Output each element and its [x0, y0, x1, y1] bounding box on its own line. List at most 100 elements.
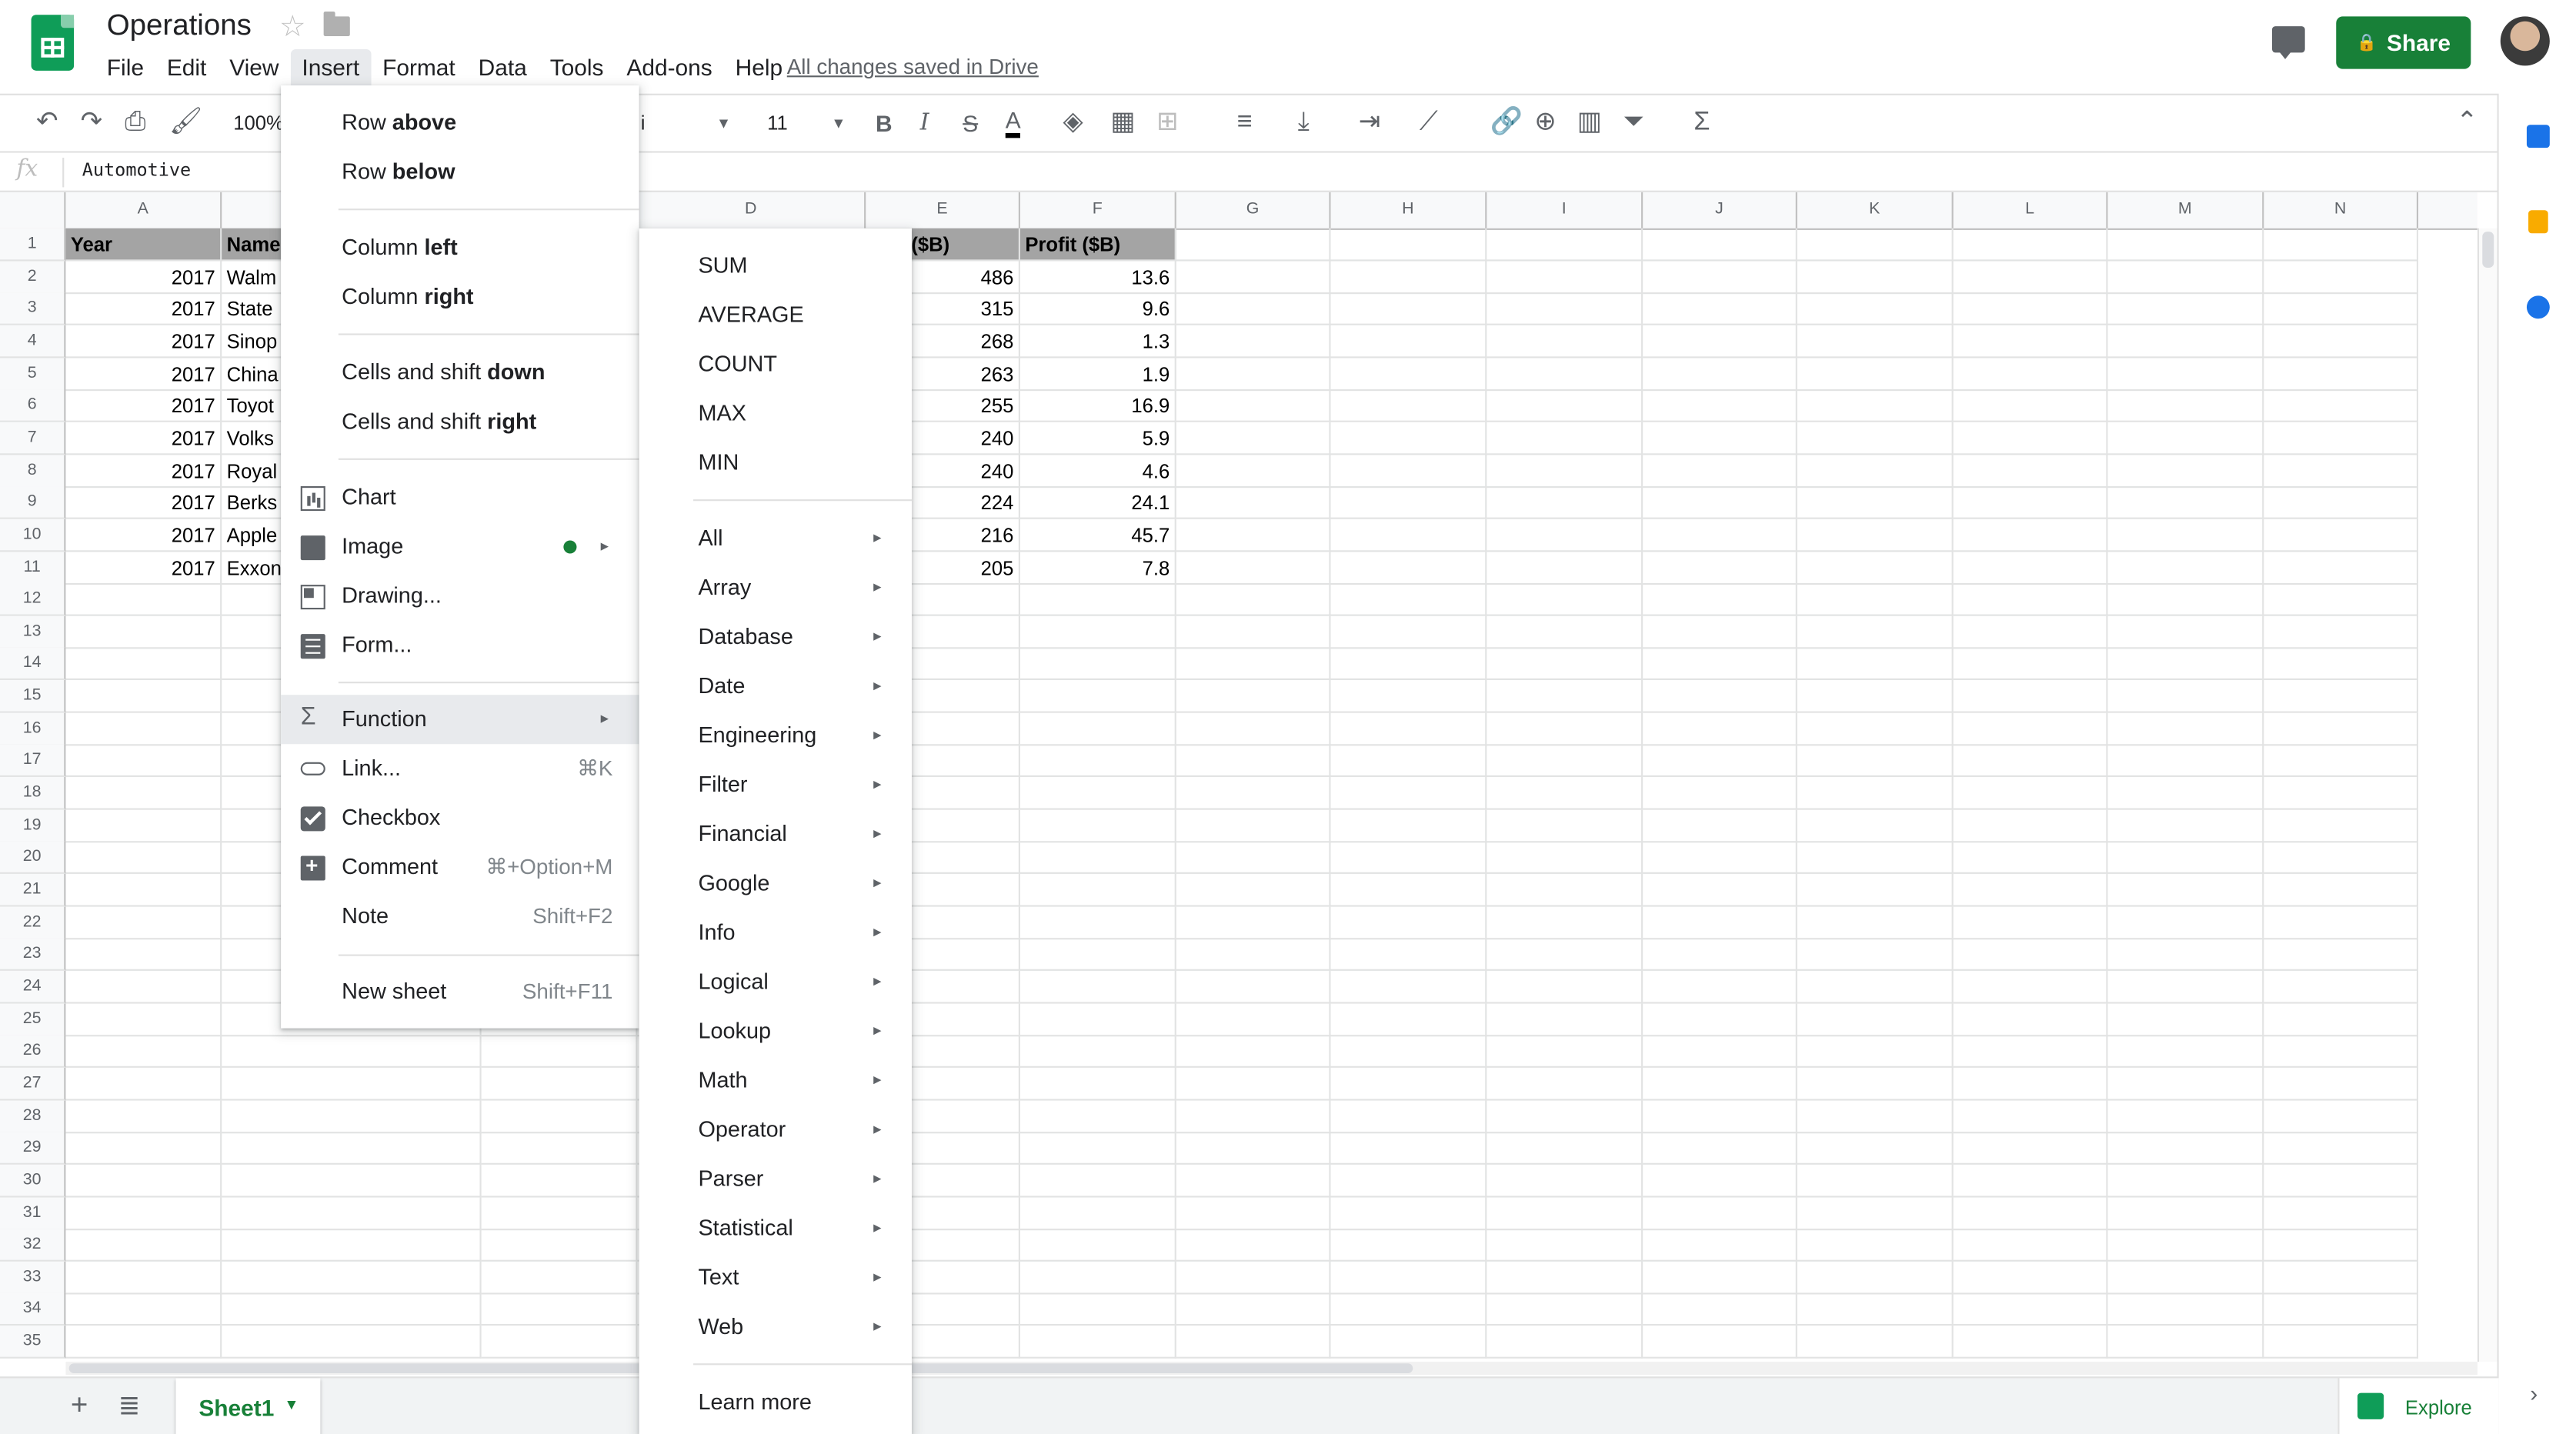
cell[interactable] — [481, 1196, 638, 1230]
function-item-max[interactable]: MAX — [639, 389, 912, 439]
row-header[interactable]: 19 — [0, 809, 66, 842]
cell[interactable] — [1797, 1293, 1954, 1327]
cell[interactable] — [1953, 970, 2108, 1004]
cell[interactable] — [1176, 1035, 1331, 1069]
cell[interactable] — [1643, 1229, 1797, 1262]
cell[interactable] — [1643, 389, 1797, 423]
cell[interactable] — [1487, 519, 1643, 552]
cell[interactable] — [1487, 422, 1643, 455]
cell[interactable] — [1797, 486, 1954, 520]
cell[interactable] — [1643, 873, 1797, 907]
row-header[interactable]: 33 — [0, 1261, 66, 1295]
menu-item-note[interactable]: Note Shift+F2 — [281, 892, 639, 941]
cell[interactable] — [1643, 1132, 1797, 1166]
menu-item-cells-shift-right[interactable]: Cells and shift right — [281, 398, 639, 447]
menu-format[interactable]: Format — [371, 49, 467, 85]
menu-item-column-right[interactable]: Column right — [281, 272, 639, 322]
cell[interactable] — [1019, 809, 1176, 842]
row-header[interactable]: 11 — [0, 551, 66, 585]
cell[interactable] — [1330, 745, 1487, 778]
cell[interactable] — [1330, 454, 1487, 488]
cell[interactable]: 16.9 — [1019, 389, 1176, 423]
row-header[interactable]: 12 — [0, 583, 66, 617]
cell[interactable] — [2107, 1326, 2264, 1359]
cell[interactable]: 9.6 — [1019, 292, 1176, 326]
cell[interactable] — [1330, 905, 1487, 939]
explore-button[interactable]: Explore — [2337, 1378, 2499, 1434]
cell[interactable] — [1643, 680, 1797, 713]
cell[interactable] — [1797, 454, 1954, 488]
sheets-logo-icon[interactable] — [31, 15, 75, 71]
cell[interactable] — [1953, 228, 2108, 262]
function-category-date[interactable]: Date ► — [639, 662, 912, 711]
cell[interactable] — [1643, 1099, 1797, 1133]
cell[interactable] — [1953, 1261, 2108, 1295]
cell[interactable] — [1176, 1326, 1331, 1359]
row-header[interactable]: 14 — [0, 648, 66, 681]
cell[interactable] — [1797, 422, 1954, 455]
cell[interactable] — [222, 1132, 482, 1166]
cell[interactable] — [1797, 1196, 1954, 1230]
cell[interactable] — [1643, 905, 1797, 939]
cell[interactable] — [1019, 938, 1176, 972]
cell[interactable] — [1330, 1132, 1487, 1166]
cell[interactable] — [1953, 809, 2108, 842]
cell[interactable]: 13.6 — [1019, 260, 1176, 294]
cell[interactable] — [1487, 745, 1643, 778]
cell[interactable] — [1643, 486, 1797, 520]
cell[interactable] — [1797, 873, 1954, 907]
insert-link-icon[interactable]: 🔗 — [1490, 108, 1523, 138]
menu-view[interactable]: View — [218, 49, 290, 85]
cell[interactable] — [1330, 357, 1487, 391]
row-header[interactable]: 32 — [0, 1229, 66, 1262]
cell[interactable] — [1487, 777, 1643, 810]
cell[interactable] — [2264, 1067, 2419, 1101]
cell[interactable] — [1953, 905, 2108, 939]
cell[interactable]: 2017 — [65, 519, 222, 552]
cell[interactable] — [1643, 938, 1797, 972]
function-category-web[interactable]: Web ► — [639, 1302, 912, 1352]
cell[interactable] — [1019, 1099, 1176, 1133]
cell[interactable] — [1643, 809, 1797, 842]
menu-item-column-left[interactable]: Column left — [281, 223, 639, 272]
menu-item-cells-shift-down[interactable]: Cells and shift down — [281, 348, 639, 398]
cell[interactable] — [1176, 1132, 1331, 1166]
text-rotation-icon[interactable]: ⟋ — [1420, 108, 1438, 138]
cell[interactable] — [1797, 583, 1954, 617]
row-header[interactable]: 5 — [0, 357, 66, 391]
cell[interactable] — [1019, 1067, 1176, 1101]
row-header[interactable]: 10 — [0, 519, 66, 552]
cell[interactable] — [65, 970, 222, 1004]
cell[interactable] — [1330, 260, 1487, 294]
cell[interactable] — [1176, 745, 1331, 778]
cell[interactable] — [1487, 325, 1643, 358]
row-header[interactable]: 9 — [0, 486, 66, 520]
cell[interactable] — [65, 1326, 222, 1359]
cell[interactable] — [1487, 1164, 1643, 1198]
cell[interactable] — [2264, 583, 2419, 617]
cell[interactable] — [222, 1229, 482, 1262]
cell[interactable] — [2107, 777, 2264, 810]
cell[interactable] — [1797, 389, 1954, 423]
column-header[interactable]: F — [1020, 192, 1176, 228]
collapse-toolbar-icon[interactable]: ⌃ — [2456, 108, 2478, 138]
row-header[interactable]: 23 — [0, 938, 66, 972]
row-header[interactable]: 35 — [0, 1326, 66, 1359]
cell[interactable] — [2107, 648, 2264, 681]
cell[interactable] — [1643, 1196, 1797, 1230]
cell[interactable] — [1330, 1099, 1487, 1133]
cell[interactable] — [65, 680, 222, 713]
cell[interactable] — [1953, 745, 2108, 778]
cell[interactable] — [481, 1293, 638, 1327]
cell[interactable] — [1019, 841, 1176, 875]
cell[interactable] — [2264, 1293, 2419, 1327]
menu-item-image[interactable]: Image ► — [281, 522, 639, 572]
cell[interactable] — [2107, 970, 2264, 1004]
cell[interactable] — [2107, 1164, 2264, 1198]
learn-more-link[interactable]: Learn more — [639, 1378, 912, 1427]
cell[interactable] — [1643, 1002, 1797, 1036]
cell[interactable] — [1330, 1067, 1487, 1101]
cell[interactable] — [222, 1067, 482, 1101]
cell[interactable] — [1953, 938, 2108, 972]
cell[interactable] — [222, 1035, 482, 1069]
